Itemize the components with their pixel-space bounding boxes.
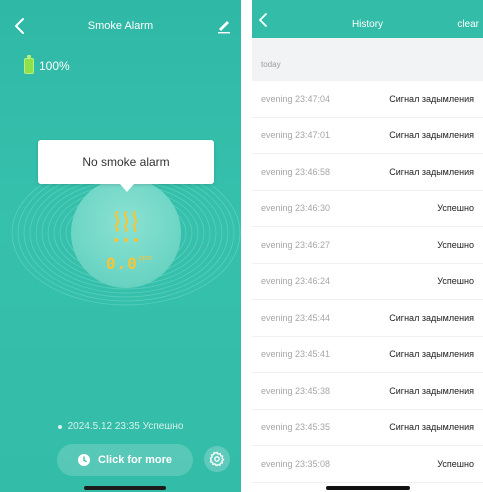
status-dot-icon <box>57 424 62 429</box>
history-time: evening 23:46:24 <box>261 276 331 287</box>
battery-status: 100% <box>24 55 70 74</box>
history-event: Сигнал задымления <box>389 312 474 323</box>
history-event: Сигнал задымления <box>389 130 474 141</box>
battery-icon <box>24 55 34 74</box>
history-event: Сигнал задымления <box>389 166 474 177</box>
history-time: evening 23:45:41 <box>261 349 331 360</box>
history-time: evening 23:46:27 <box>261 239 331 250</box>
list-item[interactable]: evening 23:46:30 Успешно <box>252 191 483 227</box>
list-item[interactable]: evening 23:47:04 Сигнал задымления <box>252 81 483 118</box>
history-event: Сигнал задымления <box>389 422 474 433</box>
top-bar: Smoke Alarm <box>0 0 241 52</box>
history-time: evening 23:45:44 <box>261 312 331 323</box>
alarm-status-text: No smoke alarm <box>82 155 170 169</box>
history-event: Успешно <box>437 203 474 214</box>
history-top-bar: History clear <box>252 0 483 38</box>
history-event: Сигнал задымления <box>389 349 474 360</box>
smoke-icon <box>114 210 138 232</box>
section-label: today <box>261 60 281 69</box>
history-time: evening 23:47:01 <box>261 130 331 141</box>
list-item[interactable]: evening 23:45:44 Сигнал задымления <box>252 300 483 337</box>
alarm-status-bubble: No smoke alarm <box>38 140 214 192</box>
history-time: evening 23:46:30 <box>261 203 331 214</box>
settings-button[interactable] <box>204 446 230 472</box>
reading-value: 0.0 <box>106 254 138 273</box>
smoke-alarm-screen: Smoke Alarm 100% No smoke alarm 0.0 ppm … <box>0 0 241 492</box>
history-time: evening 23:46:58 <box>261 166 331 177</box>
last-status: 2024.5.12 23:35 Успешно <box>0 421 241 432</box>
battery-percent: 100% <box>39 59 70 73</box>
history-title: History <box>351 19 384 30</box>
list-item[interactable]: evening 23:47:01 Сигнал задымления <box>252 118 483 154</box>
history-time: evening 23:35:08 <box>261 458 331 469</box>
history-event: Успешно <box>437 458 474 469</box>
history-screen: History clear today evening 23:47:04 Сигн… <box>252 0 483 492</box>
click-for-more-label: Click for more <box>98 454 172 466</box>
last-status-text: 2024.5.12 23:35 Успешно <box>67 421 184 432</box>
page-title: Smoke Alarm <box>87 20 154 32</box>
list-item[interactable]: evening 23:46:24 Успешно <box>252 264 483 300</box>
list-item[interactable]: evening 23:45:35 Сигнал задымления <box>252 410 483 446</box>
history-event: Сигнал задымления <box>389 385 474 396</box>
home-indicator <box>84 486 166 490</box>
history-time: evening 23:45:38 <box>261 385 331 396</box>
list-item[interactable]: evening 23:35:08 Успешно <box>252 446 483 483</box>
history-list: evening 23:47:04 Сигнал задымления evening… <box>252 81 483 483</box>
list-item[interactable]: evening 23:46:58 Сигнал задымления <box>252 154 483 191</box>
level-dots-icon <box>114 238 138 242</box>
clock-icon <box>78 454 91 466</box>
list-item[interactable]: evening 23:45:41 Сигнал задымления <box>252 337 483 373</box>
reading-unit: ppm <box>138 255 153 262</box>
history-time: evening 23:47:04 <box>261 93 331 104</box>
edit-pencil-icon[interactable] <box>215 16 233 34</box>
list-item[interactable]: evening 23:46:27 Успешно <box>252 227 483 264</box>
home-indicator <box>326 486 410 490</box>
history-event: Успешно <box>437 276 474 287</box>
smoke-reading: 0.0 ppm <box>106 254 153 273</box>
history-event: Успешно <box>437 239 474 250</box>
history-event: Сигнал задымления <box>389 93 474 104</box>
list-item[interactable]: evening 23:45:38 Сигнал задымления <box>252 373 483 410</box>
history-time: evening 23:45:35 <box>261 422 331 433</box>
gear-icon <box>209 451 225 467</box>
click-for-more-button[interactable]: Click for more <box>57 444 193 476</box>
clear-button[interactable]: clear <box>457 19 479 30</box>
section-header-today: today <box>252 38 483 81</box>
